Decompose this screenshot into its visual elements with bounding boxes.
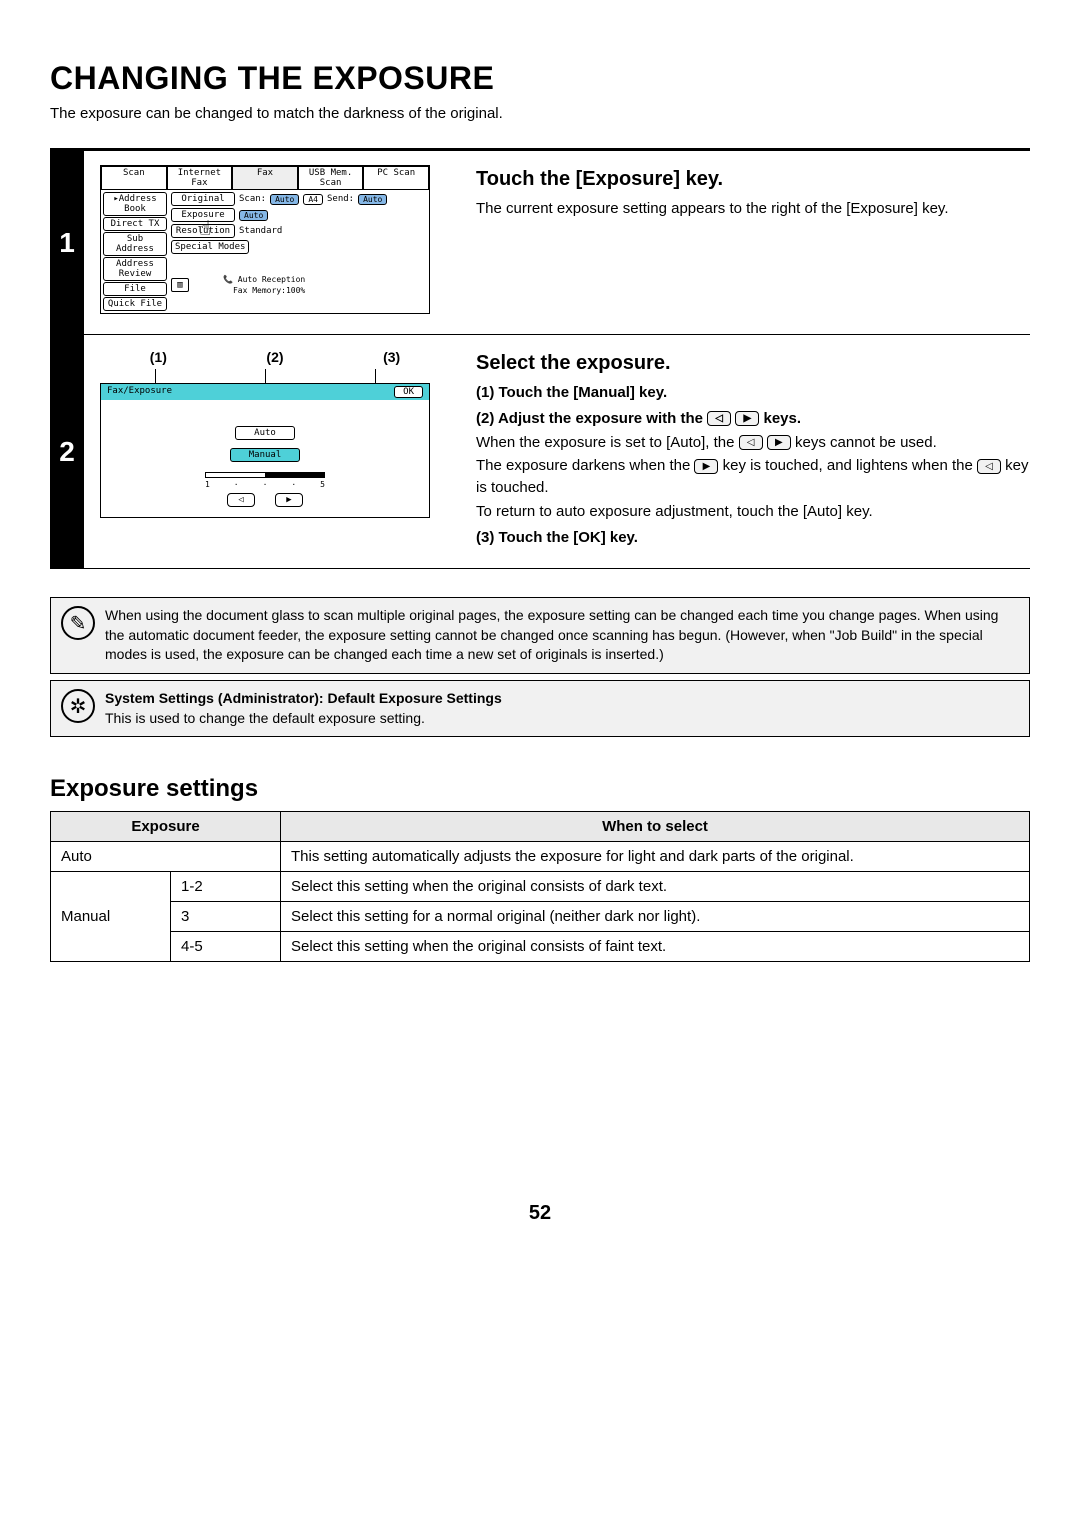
step-1-number: 1	[50, 151, 84, 334]
cell-4-5: 4-5	[171, 932, 281, 962]
note-2-title: System Settings (Administrator): Default…	[105, 690, 502, 706]
note-1-text: When using the document glass to scan mu…	[105, 606, 1019, 665]
scan-auto-pill: Auto	[270, 194, 299, 205]
gear-note-icon: ✲	[61, 689, 95, 723]
left-arrow-key-icon: ◁	[977, 459, 1001, 474]
ok-button[interactable]: OK	[394, 386, 423, 398]
status-fax-memory: Fax Memory:100%	[219, 285, 309, 296]
scan-a4-pill: A4	[303, 194, 323, 205]
tab-pc-scan[interactable]: PC Scan	[363, 166, 429, 190]
tab-scan[interactable]: Scan	[101, 166, 167, 190]
step-2-graphic: (1) (2) (3) Fax/Exposure OK	[100, 349, 450, 548]
cell-4-5-desc: Select this setting when the original co…	[281, 932, 1030, 962]
scan-label: Scan:	[239, 194, 266, 204]
pointer-hand-icon: ☝	[199, 216, 211, 240]
step-1-graphic: Scan Internet Fax Fax USB Mem. Scan PC S…	[100, 165, 450, 314]
cell-3: 3	[171, 902, 281, 932]
step-1-desc: The current exposure setting appears to …	[476, 198, 1030, 220]
btn-file[interactable]: File	[103, 282, 167, 296]
cell-1-2: 1-2	[171, 872, 281, 902]
intro-text: The exposure can be changed to match the…	[50, 105, 1030, 122]
cell-1-2-desc: Select this setting when the original co…	[281, 872, 1030, 902]
left-arrow-key-icon: ◁	[739, 435, 763, 450]
steps-container: 1 Scan Internet Fax Fax USB Mem. Scan PC…	[50, 148, 1030, 569]
btn-address-book[interactable]: ▸Address Book	[103, 192, 167, 216]
btn-sub-address[interactable]: Sub Address	[103, 232, 167, 256]
right-arrow-key-icon: ▶	[767, 435, 791, 450]
step-2-para2: The exposure darkens when the ▶ key is t…	[476, 455, 1030, 499]
exposure-value: Auto	[239, 210, 268, 221]
exposure-settings-table: Exposure When to select Auto This settin…	[50, 811, 1030, 962]
cell-auto: Auto	[51, 842, 281, 872]
step-2-sub2: (2) Adjust the exposure with the ◁ ▶ key…	[476, 408, 1030, 430]
callout-3: (3)	[377, 349, 407, 365]
cell-auto-desc: This setting automatically adjusts the e…	[281, 842, 1030, 872]
tab-usb-mem-scan[interactable]: USB Mem. Scan	[298, 166, 364, 190]
status-auto-reception: 📞 Auto Reception	[219, 274, 309, 285]
scale-min: 1	[205, 480, 210, 489]
step-2-para1: When the exposure is set to [Auto], the …	[476, 432, 1030, 454]
send-auto-pill: Auto	[358, 194, 387, 205]
btn-quick-file[interactable]: Quick File	[103, 297, 167, 311]
step-1-heading: Touch the [Exposure] key.	[476, 165, 1030, 194]
btn-direct-tx[interactable]: Direct TX	[103, 217, 167, 231]
exposure-settings-heading: Exposure settings	[50, 775, 1030, 803]
note-2-body: This is used to change the default expos…	[105, 710, 425, 726]
btn-manual[interactable]: Manual	[230, 448, 301, 462]
btn-original[interactable]: Original	[171, 192, 235, 206]
pencil-note-icon: ✎	[61, 606, 95, 640]
step-2-number: 2	[50, 335, 84, 568]
callout-2: (2)	[260, 349, 290, 365]
th-when-to-select: When to select	[281, 812, 1030, 842]
lighten-button[interactable]: ◁	[227, 493, 255, 507]
tab-internet-fax[interactable]: Internet Fax	[167, 166, 233, 190]
exposure-scale	[205, 472, 325, 478]
step-2-heading: Select the exposure.	[476, 349, 1030, 378]
cell-manual: Manual	[51, 872, 171, 962]
right-arrow-key-icon: ▶	[694, 459, 718, 474]
cell-3-desc: Select this setting for a normal origina…	[281, 902, 1030, 932]
left-arrow-key-icon: ◁	[707, 411, 731, 426]
scale-max: 5	[320, 480, 325, 489]
step-1: 1 Scan Internet Fax Fax USB Mem. Scan PC…	[50, 151, 1030, 335]
resolution-value: Standard	[239, 226, 282, 236]
btn-auto[interactable]: Auto	[235, 426, 295, 440]
page-title: CHANGING THE EXPOSURE	[50, 60, 1030, 97]
step-2-para3: To return to auto exposure adjustment, t…	[476, 501, 1030, 523]
tab-fax[interactable]: Fax	[232, 166, 298, 190]
note-box-2: ✲ System Settings (Administrator): Defau…	[50, 680, 1030, 737]
step-2: 2 (1) (2) (3) Fax/Exposure OK	[50, 335, 1030, 569]
note-box-1: ✎ When using the document glass to scan …	[50, 597, 1030, 674]
preview-icon[interactable]: ▥	[171, 278, 189, 292]
darken-button[interactable]: ▶	[275, 493, 303, 507]
panel2-title: Fax/Exposure	[107, 386, 172, 398]
btn-address-review[interactable]: Address Review	[103, 257, 167, 281]
right-arrow-key-icon: ▶	[735, 411, 759, 426]
th-exposure: Exposure	[51, 812, 281, 842]
btn-special-modes[interactable]: Special Modes	[171, 240, 249, 254]
step-2-sub1: (1) Touch the [Manual] key.	[476, 382, 1030, 404]
callout-1: (1)	[143, 349, 173, 365]
step-2-sub3: (3) Touch the [OK] key.	[476, 527, 1030, 549]
page-number: 52	[50, 1202, 1030, 1225]
send-label: Send:	[327, 194, 354, 204]
